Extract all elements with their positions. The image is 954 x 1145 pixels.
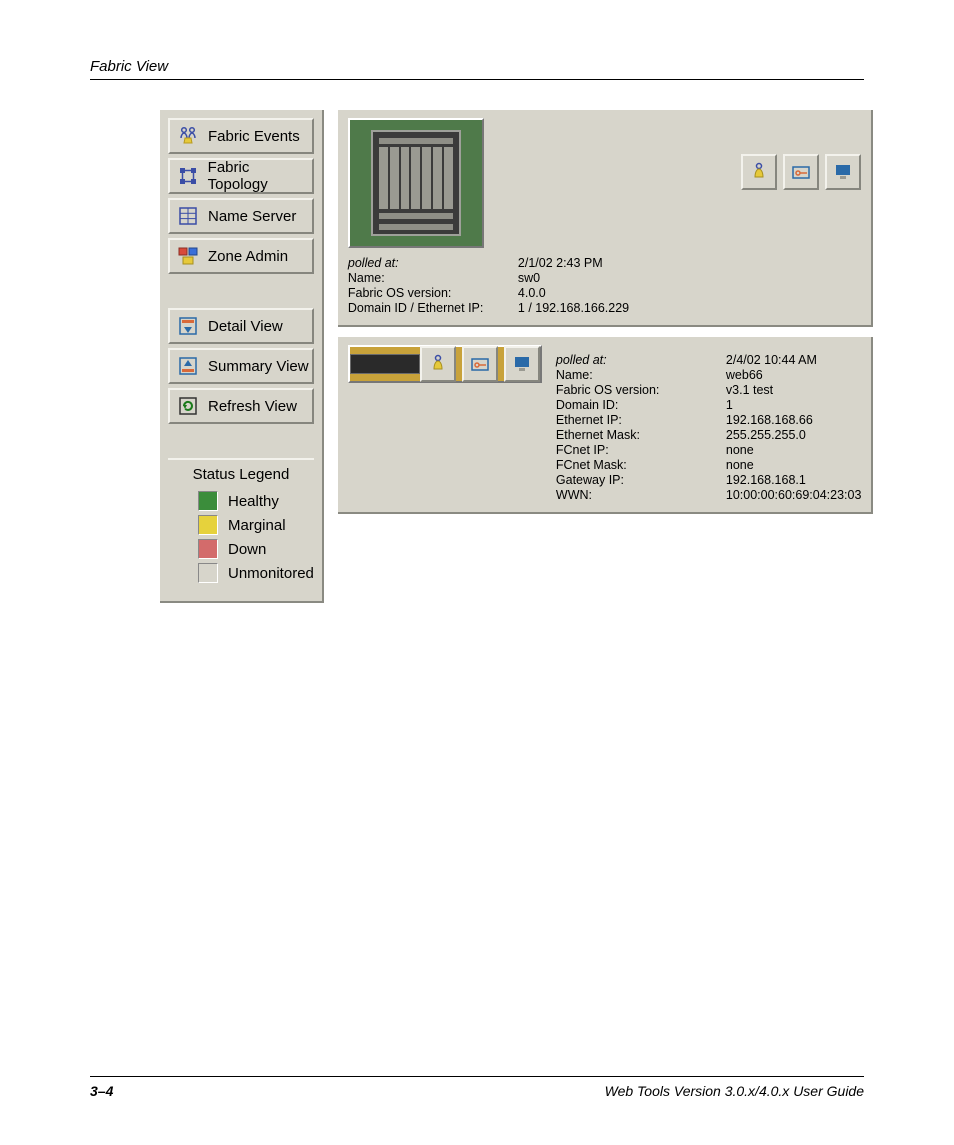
- device-list: polled at:2/1/02 2:43 PM Name:sw0 Fabric…: [338, 110, 874, 603]
- info-label: polled at:: [556, 353, 726, 367]
- fabric-topology-button[interactable]: Fabric Topology: [168, 158, 314, 194]
- summary-up-icon: [176, 354, 200, 378]
- legend-marginal: Marginal: [168, 513, 314, 537]
- status-legend: Status Legend Healthy Marginal Down Unmo…: [168, 458, 314, 585]
- info-value: 255.255.255.0: [726, 428, 862, 442]
- button-label: Zone Admin: [208, 248, 288, 265]
- monitor-icon: [833, 162, 853, 182]
- monitor-icon: [512, 354, 532, 374]
- swatch-grey: [198, 563, 218, 583]
- info-label: Fabric OS version:: [348, 286, 518, 300]
- info-label: WWN:: [556, 488, 726, 502]
- detail-down-icon: [176, 314, 200, 338]
- device-panel-web66: polled at:2/4/02 10:44 AM Name:web66 Fab…: [338, 337, 874, 514]
- info-value: 10:00:00:60:69:04:23:03: [726, 488, 862, 502]
- admin-button[interactable]: [783, 154, 819, 190]
- info-label: polled at:: [348, 256, 518, 270]
- control-group-1: Fabric Events Fabric Topology Name Serve…: [168, 118, 314, 274]
- legend-label: Down: [228, 541, 266, 558]
- page-footer: 3–4 Web Tools Version 3.0.x/4.0.x User G…: [90, 1076, 864, 1099]
- refresh-icon: [176, 394, 200, 418]
- device-panel-sw0: polled at:2/1/02 2:43 PM Name:sw0 Fabric…: [338, 110, 874, 327]
- info-value: 192.168.168.66: [726, 413, 862, 427]
- fabric-events-button[interactable]: Fabric Events: [168, 118, 314, 154]
- device-action-icons: [741, 118, 861, 190]
- footer-rule: [90, 1076, 864, 1077]
- admin-button[interactable]: [462, 346, 498, 382]
- info-label: Gateway IP:: [556, 473, 726, 487]
- info-label: FCnet Mask:: [556, 458, 726, 472]
- header-rule: [90, 79, 864, 80]
- device-info-grid: polled at:2/1/02 2:43 PM Name:sw0 Fabric…: [348, 256, 862, 315]
- device-thumbnail[interactable]: [348, 118, 484, 248]
- legend-label: Marginal: [228, 517, 286, 534]
- device-thumbnail[interactable]: [348, 345, 542, 383]
- legend-label: Healthy: [228, 493, 279, 510]
- events-button[interactable]: [741, 154, 777, 190]
- zone-icon: [176, 244, 200, 268]
- swatch-red: [198, 539, 218, 559]
- device-info-grid: polled at:2/4/02 10:44 AM Name:web66 Fab…: [556, 353, 862, 502]
- info-value: 4.0.0: [518, 286, 862, 300]
- events-button[interactable]: [420, 346, 456, 382]
- info-value: 2/1/02 2:43 PM: [518, 256, 862, 270]
- chassis-icon: [371, 130, 461, 236]
- info-value: 2/4/02 10:44 AM: [726, 353, 862, 367]
- swatch-yellow: [198, 515, 218, 535]
- topology-icon: [176, 164, 200, 188]
- info-label: Domain ID:: [556, 398, 726, 412]
- info-value: none: [726, 443, 862, 457]
- button-label: Refresh View: [208, 398, 297, 415]
- name-server-button[interactable]: Name Server: [168, 198, 314, 234]
- legend-healthy: Healthy: [168, 489, 314, 513]
- bell-icon: [428, 354, 448, 374]
- info-value: 192.168.168.1: [726, 473, 862, 487]
- info-value: web66: [726, 368, 862, 382]
- legend-title: Status Legend: [168, 458, 314, 483]
- bell-people-icon: [176, 124, 200, 148]
- info-label: Name:: [556, 368, 726, 382]
- bell-icon: [749, 162, 769, 182]
- info-value: 1: [726, 398, 862, 412]
- info-value: 1 / 192.168.166.229: [518, 301, 862, 315]
- info-label: Ethernet IP:: [556, 413, 726, 427]
- detail-view-button[interactable]: Detail View: [168, 308, 314, 344]
- control-panel: Fabric Events Fabric Topology Name Serve…: [160, 110, 324, 603]
- telnet-button[interactable]: [825, 154, 861, 190]
- button-label: Fabric Topology: [208, 159, 312, 193]
- control-group-2: Detail View Summary View Refresh View: [168, 308, 314, 424]
- info-label: Ethernet Mask:: [556, 428, 726, 442]
- button-label: Detail View: [208, 318, 283, 335]
- folder-key-icon: [470, 354, 490, 374]
- telnet-button[interactable]: [504, 346, 540, 382]
- info-value: sw0: [518, 271, 862, 285]
- legend-down: Down: [168, 537, 314, 561]
- swatch-green: [198, 491, 218, 511]
- grid-icon: [176, 204, 200, 228]
- running-head: Fabric View: [90, 58, 864, 75]
- device-action-icons: [420, 346, 540, 382]
- button-label: Name Server: [208, 208, 296, 225]
- info-label: Fabric OS version:: [556, 383, 726, 397]
- summary-view-button[interactable]: Summary View: [168, 348, 314, 384]
- info-label: Name:: [348, 271, 518, 285]
- refresh-view-button[interactable]: Refresh View: [168, 388, 314, 424]
- button-label: Summary View: [208, 358, 309, 375]
- legend-label: Unmonitored: [228, 565, 314, 582]
- rack-icon: [350, 354, 420, 374]
- zone-admin-button[interactable]: Zone Admin: [168, 238, 314, 274]
- legend-unmonitored: Unmonitored: [168, 561, 314, 585]
- page-number: 3–4: [90, 1083, 113, 1099]
- folder-key-icon: [791, 162, 811, 182]
- info-label: Domain ID / Ethernet IP:: [348, 301, 518, 315]
- info-label: FCnet IP:: [556, 443, 726, 457]
- info-value: none: [726, 458, 862, 472]
- button-label: Fabric Events: [208, 128, 300, 145]
- guide-title: Web Tools Version 3.0.x/4.0.x User Guide: [605, 1083, 864, 1099]
- figure-3-3: Fabric Events Fabric Topology Name Serve…: [160, 110, 864, 603]
- info-value: v3.1 test: [726, 383, 862, 397]
